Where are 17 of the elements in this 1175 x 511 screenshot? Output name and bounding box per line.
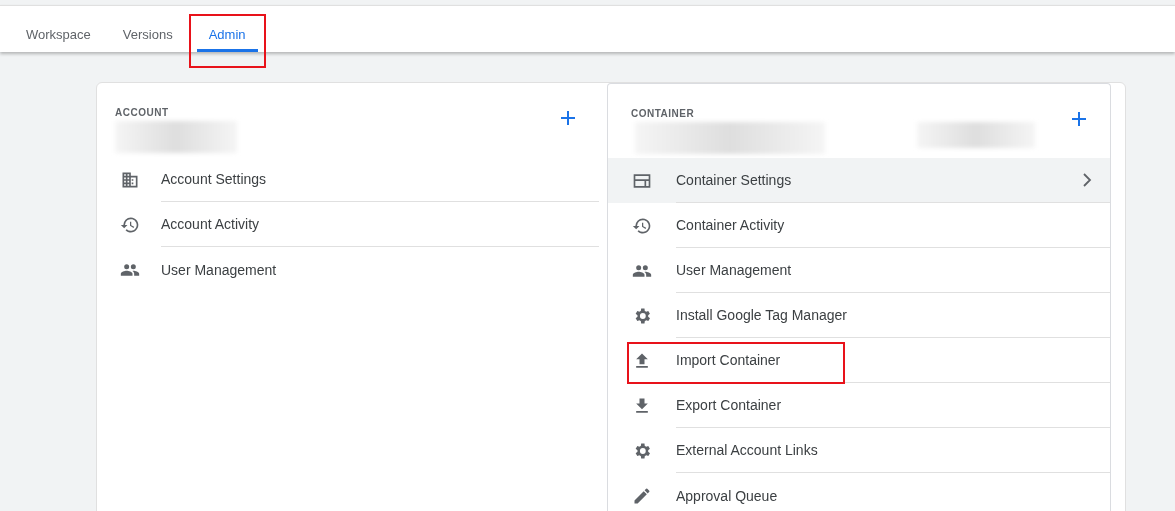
- tab[interactable]: Versions: [110, 6, 185, 52]
- menu-item[interactable]: Import Container: [608, 338, 1110, 383]
- menu-item[interactable]: User Management: [608, 248, 1110, 293]
- menu-item[interactable]: Container Activity: [608, 203, 1110, 248]
- pencil-icon: [632, 485, 652, 506]
- menu-item[interactable]: External Account Links: [608, 428, 1110, 473]
- section-heading: ACCOUNT: [115, 107, 170, 118]
- menu-item[interactable]: Export Container: [608, 383, 1110, 428]
- tab[interactable]: Admin: [196, 6, 258, 52]
- menu-item[interactable]: User Management: [97, 247, 599, 292]
- menu-item[interactable]: Account Activity: [97, 202, 599, 247]
- section-heading: CONTAINER: [631, 108, 696, 119]
- menu-item[interactable]: Account Settings: [97, 157, 599, 202]
- menu-item[interactable]: Container Settings: [608, 158, 1110, 203]
- menu-item[interactable]: Approval Queue: [608, 473, 1110, 511]
- menu-item[interactable]: Install Google Tag Manager: [608, 293, 1110, 338]
- tab[interactable]: Workspace: [14, 6, 103, 52]
